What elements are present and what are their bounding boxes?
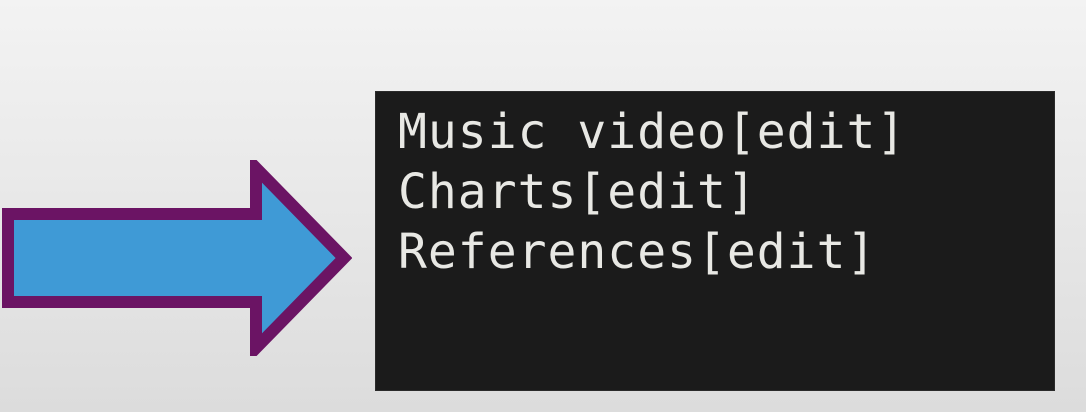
right-arrow-icon	[2, 160, 352, 356]
console-line-music-video: Music video[edit]	[398, 104, 907, 160]
right-arrow-shape	[2, 160, 352, 356]
console-line-charts: Charts[edit]	[398, 164, 757, 220]
console-line-references: References[edit]	[398, 224, 877, 280]
console-output-panel: Music video[edit] Charts[edit] Reference…	[376, 92, 1054, 390]
